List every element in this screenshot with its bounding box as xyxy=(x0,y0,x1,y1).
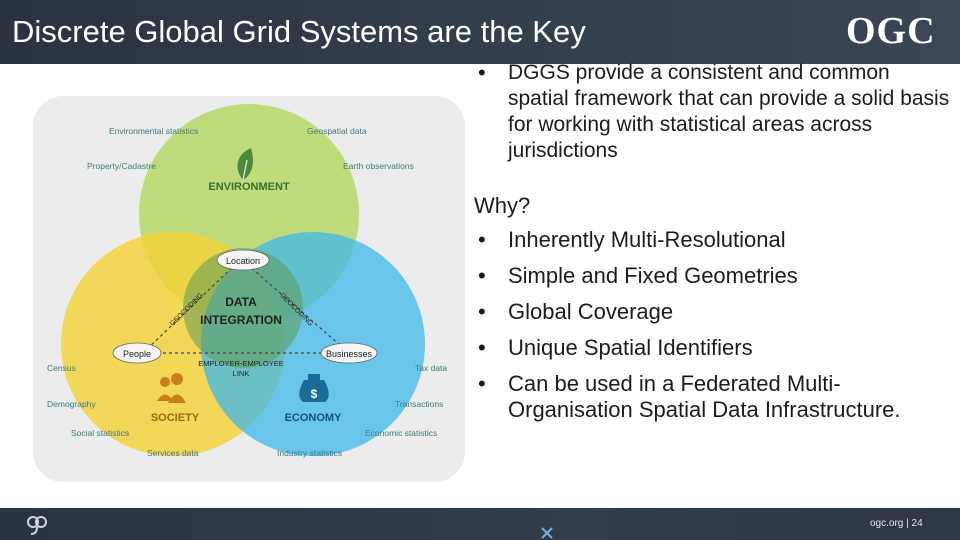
list-item: • Simple and Fixed Geometries xyxy=(474,263,954,289)
data-integration-line2: INTEGRATION xyxy=(200,313,282,327)
label-demography: Demography xyxy=(47,399,96,409)
bullet-dot: • xyxy=(478,227,486,252)
slide-title: Discrete Global Grid Systems are the Key xyxy=(12,14,586,49)
label-geospatial-data: Geospatial data xyxy=(307,126,367,136)
ogc-logo: OGC xyxy=(846,10,936,52)
businesses-node-text: Businesses xyxy=(326,349,373,359)
list-item: • Can be used in a Federated Multi-Organ… xyxy=(474,371,954,423)
society-label: SOCIETY xyxy=(151,412,200,424)
location-node-text: Location xyxy=(226,256,260,266)
label-property-cadastre: Property/Cadastre xyxy=(87,161,156,171)
bullet-dot: • xyxy=(478,371,486,396)
page-number: ogc.org | 24 xyxy=(870,518,923,529)
data-integration-diagram: ENVIRONMENT SOCIETY $ ECONOMY Location P… xyxy=(33,96,465,482)
bullet-dot: • xyxy=(478,299,486,324)
list-item: • Inherently Multi-Resolutional xyxy=(474,227,954,253)
link-label-line2: LINK xyxy=(233,369,250,378)
why-heading: Why? xyxy=(474,193,531,218)
list-item-text: Can be used in a Federated Multi-Organis… xyxy=(508,371,901,422)
bullet-dot: • xyxy=(478,335,486,360)
environment-label: ENVIRONMENT xyxy=(208,181,290,193)
data-integration-line1: DATA xyxy=(225,295,257,309)
ogc-footer-logo-icon xyxy=(27,516,47,535)
label-tax-data: Tax data xyxy=(415,363,447,373)
venn-diagram: ENVIRONMENT SOCIETY $ ECONOMY Location P… xyxy=(47,104,447,458)
svg-text:$: $ xyxy=(311,387,318,401)
label-census: Census xyxy=(47,363,76,373)
bullet-dot: • xyxy=(478,60,486,85)
list-item-text: Simple and Fixed Geometries xyxy=(508,263,798,288)
list-item: • Global Coverage xyxy=(474,299,954,325)
label-social-statistics: Social statistics xyxy=(71,428,129,438)
footer-bar xyxy=(0,508,960,540)
list-item: • Unique Spatial Identifiers xyxy=(474,335,954,361)
why-list: • Inherently Multi-Resolutional • Simple… xyxy=(474,227,954,433)
label-environmental-statistics: Environmental statistics xyxy=(109,126,198,136)
economy-label: ECONOMY xyxy=(285,412,343,424)
label-economic-statistics: Economic statistics xyxy=(365,428,437,438)
intro-bullet: • DGGS provide a consistent and common s… xyxy=(474,60,954,164)
people-node-text: People xyxy=(123,349,151,359)
bullet-dot: • xyxy=(478,263,486,288)
x-mark-icon xyxy=(541,527,553,539)
label-services-data: Services data xyxy=(147,448,199,458)
link-label-line1: EMPLOYER-EMPLOYEE xyxy=(198,359,283,368)
list-item-text: Unique Spatial Identifiers xyxy=(508,335,753,360)
list-item-text: Inherently Multi-Resolutional xyxy=(508,227,786,252)
intro-bullet-text: DGGS provide a consistent and common spa… xyxy=(508,61,950,162)
list-item-text: Global Coverage xyxy=(508,299,674,324)
label-earth-observations: Earth observations xyxy=(343,161,414,171)
label-industry-statistics: Industry statistics xyxy=(277,448,342,458)
label-transactions: Transactions xyxy=(395,399,443,409)
